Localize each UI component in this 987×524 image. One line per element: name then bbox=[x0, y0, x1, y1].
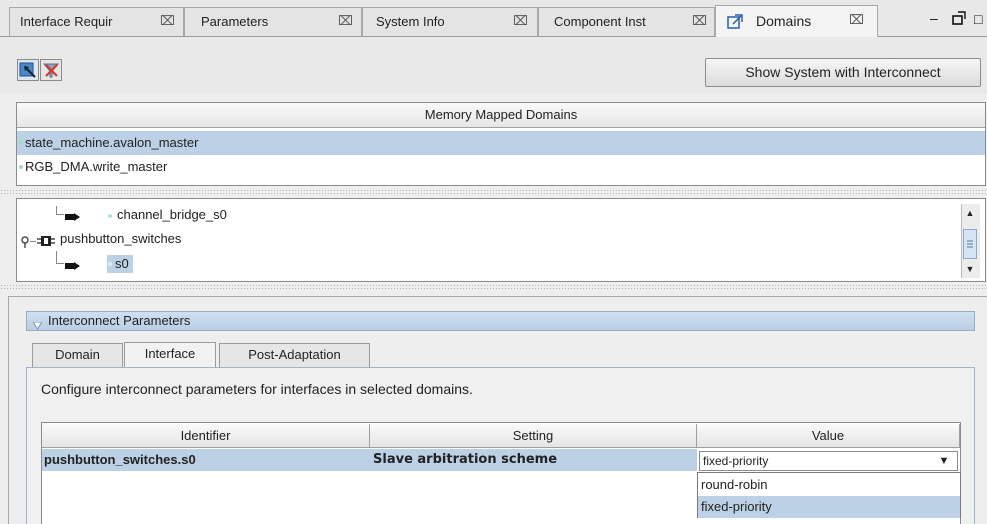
column-header-setting[interactable]: Setting bbox=[370, 424, 697, 448]
scroll-thumb[interactable] bbox=[963, 229, 977, 259]
section-title: Interconnect Parameters bbox=[48, 313, 191, 328]
component-icon bbox=[37, 235, 55, 250]
tab-domain[interactable]: Domain bbox=[32, 343, 123, 367]
status-dot-icon bbox=[108, 214, 112, 218]
select-domain-icon bbox=[18, 62, 38, 83]
minimize-icon: – bbox=[930, 10, 939, 26]
slave-port-icon bbox=[65, 210, 81, 225]
panel-description: Configure interconnect parameters for in… bbox=[41, 381, 473, 397]
list-item[interactable]: RGB_DMA.write_master bbox=[17, 155, 985, 179]
table-header: Memory Mapped Domains bbox=[17, 103, 985, 128]
close-icon[interactable]: ⌧ bbox=[338, 13, 353, 29]
identifier-cell: pushbutton_switches.s0 bbox=[44, 452, 196, 467]
value-dropdown-list: round-robin fixed-priority bbox=[697, 472, 961, 518]
tab-system-info[interactable]: System Info ⌧ bbox=[362, 7, 538, 36]
interconnect-parameters-section-header[interactable]: Interconnect Parameters bbox=[26, 311, 975, 331]
tree-connector bbox=[56, 206, 64, 215]
dropdown-option-fixed-priority[interactable]: fixed-priority bbox=[698, 496, 960, 518]
interface-tree: channel_bridge_s0 pushbutton_switches s0 bbox=[16, 198, 986, 282]
status-dot-icon bbox=[108, 262, 112, 266]
close-icon[interactable]: ⌧ bbox=[513, 13, 528, 29]
setting-cell: Slave arbitration scheme bbox=[373, 452, 558, 467]
column-header-value[interactable]: Value bbox=[697, 424, 960, 448]
scroll-up-arrow-icon[interactable]: ▲ bbox=[962, 205, 978, 221]
list-item[interactable]: state_machine.avalon_master bbox=[17, 131, 985, 155]
tree-item-label[interactable]: channel_bridge_s0 bbox=[117, 207, 227, 222]
restore-icon: □ bbox=[974, 11, 984, 27]
collapse-triangle-icon bbox=[32, 317, 43, 335]
scroll-down-arrow-icon[interactable]: ▼ bbox=[962, 261, 978, 277]
tab-interface-requirements[interactable]: Interface Requir ⌧ bbox=[9, 7, 184, 36]
tab-label: Parameters bbox=[201, 14, 269, 29]
tree-connector bbox=[56, 251, 64, 264]
tab-label: System Info bbox=[376, 14, 445, 29]
restore-button[interactable]: □ bbox=[974, 11, 983, 27]
domains-icon bbox=[727, 14, 743, 33]
tab-parameters[interactable]: Parameters ⌧ bbox=[184, 7, 362, 36]
tree-connector bbox=[30, 241, 36, 242]
clear-filter-icon bbox=[41, 63, 61, 83]
close-icon[interactable]: ⌧ bbox=[849, 12, 864, 28]
minimize-button[interactable]: – bbox=[930, 10, 939, 26]
tab-interface[interactable]: Interface bbox=[124, 342, 216, 368]
dropdown-option-round-robin[interactable]: round-robin bbox=[698, 474, 960, 496]
combobox-value: fixed-priority bbox=[703, 454, 769, 468]
chevron-down-icon[interactable]: ▼ bbox=[931, 452, 957, 470]
status-dot-icon bbox=[19, 165, 23, 169]
show-system-with-interconnect-button[interactable]: Show System with Interconnect bbox=[705, 58, 981, 87]
splitter-handle[interactable] bbox=[0, 189, 987, 195]
maximize-button[interactable] bbox=[952, 11, 966, 28]
splitter-handle[interactable] bbox=[0, 284, 987, 290]
tab-domains[interactable]: Domains ⌧ bbox=[715, 5, 878, 37]
tree-toggle-icon[interactable] bbox=[20, 236, 32, 251]
tab-label: Domains bbox=[756, 13, 812, 29]
tab-post-adaptation[interactable]: Post-Adaptation bbox=[219, 343, 370, 367]
clear-filter-button[interactable] bbox=[40, 59, 62, 81]
tab-label: Interface Requir bbox=[20, 14, 113, 29]
slave-port-icon bbox=[65, 259, 81, 274]
close-icon[interactable]: ⌧ bbox=[692, 13, 707, 29]
status-dot-icon bbox=[19, 141, 23, 145]
tab-label: Component Inst bbox=[554, 14, 646, 29]
tree-item-label[interactable]: pushbutton_switches bbox=[60, 231, 181, 246]
column-header-identifier[interactable]: Identifier bbox=[42, 424, 370, 448]
tab-component-instance[interactable]: Component Inst ⌧ bbox=[538, 7, 715, 36]
tree-item-label[interactable]: s0 bbox=[115, 256, 129, 271]
domain-label: RGB_DMA.write_master bbox=[25, 159, 168, 174]
maximize-icon bbox=[952, 11, 966, 28]
memory-mapped-domains-table: Memory Mapped Domains state_machine.aval… bbox=[16, 102, 986, 186]
close-icon[interactable]: ⌧ bbox=[160, 13, 175, 29]
value-combobox[interactable]: fixed-priority bbox=[699, 451, 958, 471]
select-domain-button[interactable] bbox=[17, 59, 39, 81]
domain-label: state_machine.avalon_master bbox=[25, 135, 199, 150]
